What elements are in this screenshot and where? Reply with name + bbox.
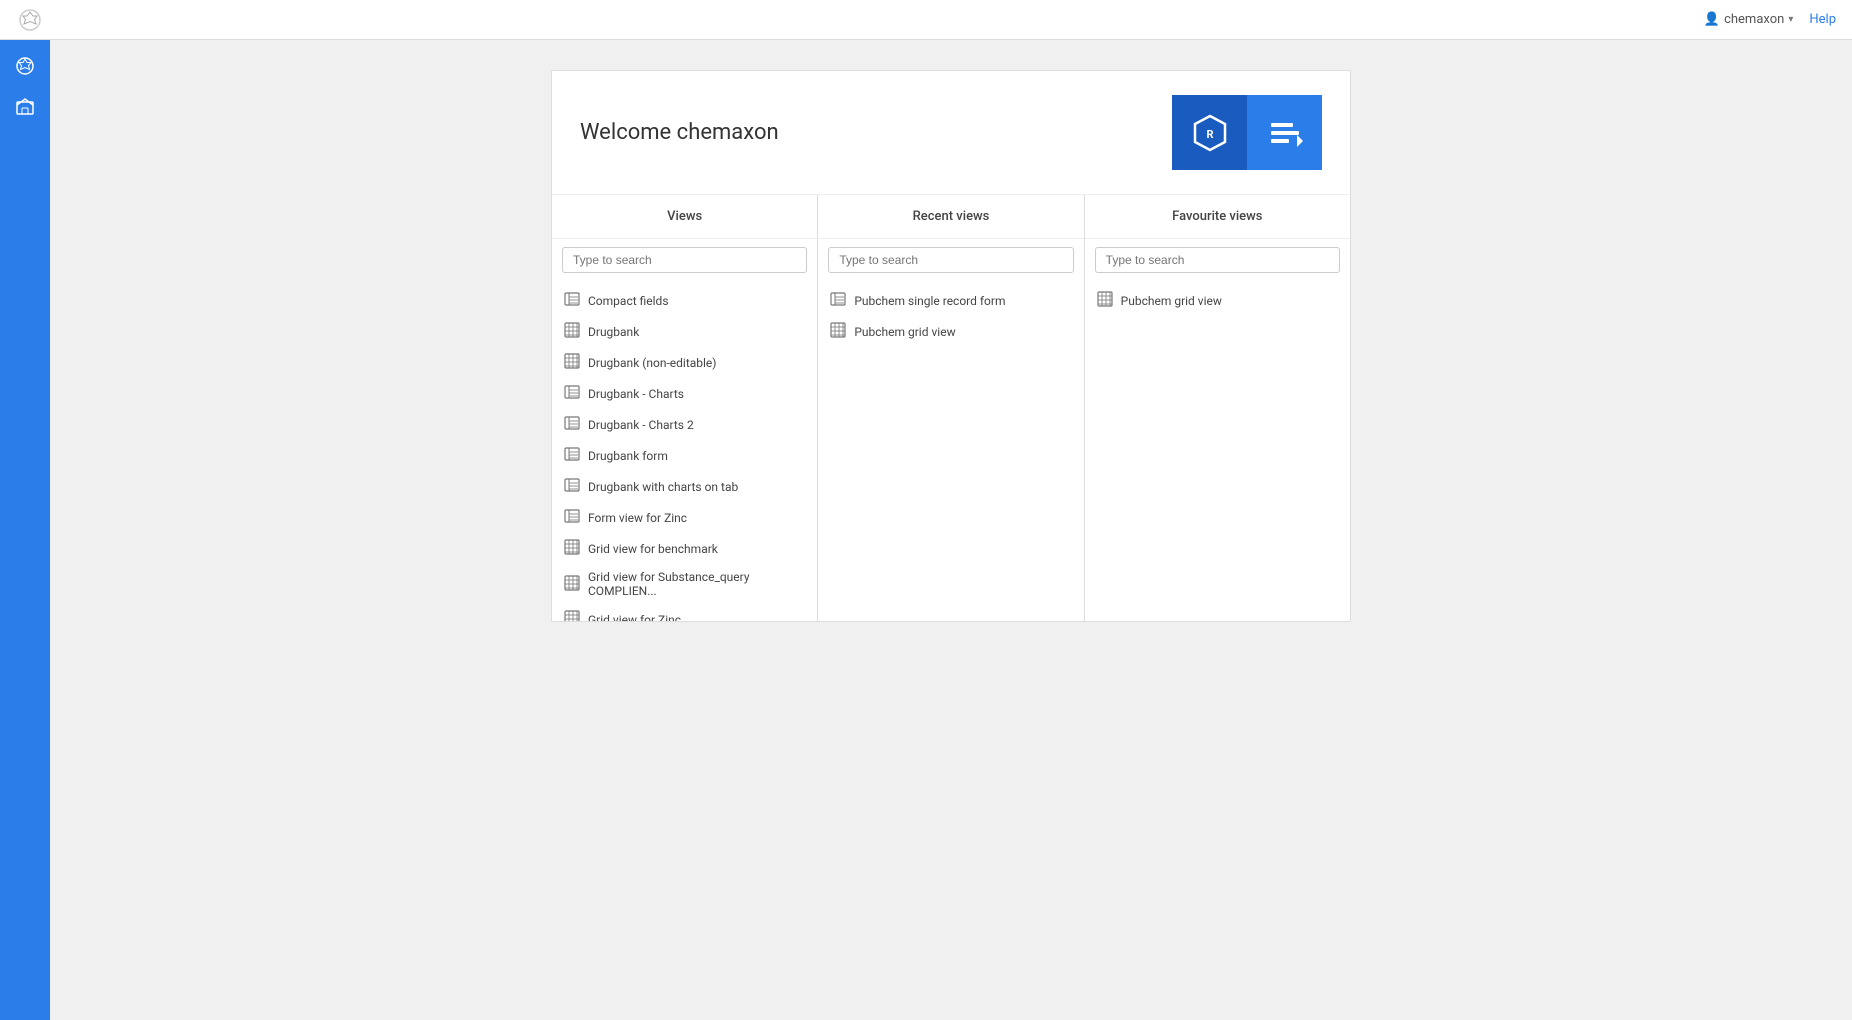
view-item-label: Drugbank - Charts bbox=[588, 387, 684, 401]
list-item[interactable]: Drugbank (non-editable) bbox=[552, 347, 817, 378]
view-item-label: Compact fields bbox=[588, 294, 669, 308]
svg-text:R: R bbox=[1206, 128, 1213, 141]
views-column: Views Compact fields Drugbank Drugbank (… bbox=[552, 195, 818, 621]
sidebar bbox=[0, 40, 50, 1020]
topbar-right: 👤 chemaxon ▾ Help bbox=[1704, 12, 1836, 27]
app-logo-icon bbox=[16, 6, 44, 34]
form-view-icon bbox=[564, 291, 580, 310]
views-column-header: Views bbox=[552, 195, 817, 239]
view-item-label: Pubchem grid view bbox=[1121, 294, 1222, 308]
recent-views-header: Recent views bbox=[818, 195, 1083, 239]
list-item[interactable]: Pubchem grid view bbox=[818, 316, 1083, 347]
recent-views-list: Pubchem single record form Pubchem grid … bbox=[818, 281, 1083, 351]
form-view-icon bbox=[564, 446, 580, 465]
list-item[interactable]: Pubchem grid view bbox=[1085, 285, 1350, 316]
list-item[interactable]: Pubchem single record form bbox=[818, 285, 1083, 316]
form-view-icon bbox=[564, 415, 580, 434]
sidebar-app-logo[interactable] bbox=[7, 48, 43, 84]
view-item-label: Drugbank form bbox=[588, 449, 668, 463]
form-view-icon bbox=[564, 477, 580, 496]
favourite-views-column: Favourite views Pubchem grid view bbox=[1085, 195, 1350, 621]
grid-view-icon bbox=[564, 322, 580, 341]
list-item[interactable]: Grid view for benchmark bbox=[552, 533, 817, 564]
view-item-label: Pubchem grid view bbox=[854, 325, 955, 339]
header-icons: R bbox=[1172, 95, 1322, 170]
favourite-views-list: Pubchem grid view bbox=[1085, 281, 1350, 320]
content-area: Welcome chemaxon R bbox=[50, 40, 1852, 1020]
view-item-label: Form view for Zinc bbox=[588, 511, 687, 525]
grid-view-icon bbox=[564, 539, 580, 558]
recent-search-input[interactable] bbox=[828, 247, 1073, 273]
views-search-input[interactable] bbox=[562, 247, 807, 273]
view-item-label: Pubchem single record form bbox=[854, 294, 1005, 308]
help-link[interactable]: Help bbox=[1809, 12, 1836, 27]
view-item-label: Drugbank bbox=[588, 325, 639, 339]
topbar: 👤 chemaxon ▾ Help bbox=[0, 0, 1852, 40]
sidebar-home-icon[interactable] bbox=[7, 88, 43, 124]
grid-view-icon bbox=[564, 353, 580, 372]
view-item-label: Drugbank (non-editable) bbox=[588, 356, 716, 370]
form-view-icon bbox=[830, 291, 846, 310]
topbar-left bbox=[16, 6, 44, 34]
favourite-views-header: Favourite views bbox=[1085, 195, 1350, 239]
list-item[interactable]: Grid view for Substance_query COMPLIEN..… bbox=[552, 564, 817, 604]
grid-view-icon bbox=[564, 575, 580, 594]
list-item[interactable]: Compact fields bbox=[552, 285, 817, 316]
view-item-label: Grid view for Zinc bbox=[588, 613, 681, 622]
registry-icon-btn[interactable]: R bbox=[1172, 95, 1247, 170]
grid-view-icon bbox=[1097, 291, 1113, 310]
view-item-label: Drugbank with charts on tab bbox=[588, 480, 738, 494]
view-item-label: Grid view for Substance_query COMPLIEN..… bbox=[588, 570, 805, 598]
user-icon: 👤 bbox=[1704, 12, 1720, 27]
view-item-label: Drugbank - Charts 2 bbox=[588, 418, 694, 432]
recent-views-column: Recent views Pubchem single record form … bbox=[818, 195, 1084, 621]
welcome-header: Welcome chemaxon R bbox=[552, 71, 1350, 195]
list-item[interactable]: Grid view for Zinc bbox=[552, 604, 817, 621]
username-label: chemaxon bbox=[1724, 12, 1784, 27]
form-view-icon bbox=[564, 508, 580, 527]
list-item[interactable]: Drugbank form bbox=[552, 440, 817, 471]
welcome-title: Welcome chemaxon bbox=[580, 120, 779, 145]
user-menu[interactable]: 👤 chemaxon ▾ bbox=[1704, 12, 1793, 27]
main-layout: Welcome chemaxon R bbox=[0, 40, 1852, 1020]
list-item[interactable]: Drugbank - Charts bbox=[552, 378, 817, 409]
views-container: Views Compact fields Drugbank Drugbank (… bbox=[552, 195, 1350, 621]
user-dropdown-arrow: ▾ bbox=[1788, 14, 1793, 25]
grid-view-icon bbox=[830, 322, 846, 341]
view-item-label: Grid view for benchmark bbox=[588, 542, 718, 556]
list-item[interactable]: Drugbank - Charts 2 bbox=[552, 409, 817, 440]
grid-view-icon bbox=[564, 610, 580, 621]
views-list: Compact fields Drugbank Drugbank (non-ed… bbox=[552, 281, 817, 621]
list-item[interactable]: Drugbank bbox=[552, 316, 817, 347]
form-view-icon bbox=[564, 384, 580, 403]
list-item[interactable]: Form view for Zinc bbox=[552, 502, 817, 533]
list-item[interactable]: Drugbank with charts on tab bbox=[552, 471, 817, 502]
welcome-card: Welcome chemaxon R bbox=[551, 70, 1351, 622]
reports-icon-btn[interactable] bbox=[1247, 95, 1322, 170]
favourite-search-input[interactable] bbox=[1095, 247, 1340, 273]
